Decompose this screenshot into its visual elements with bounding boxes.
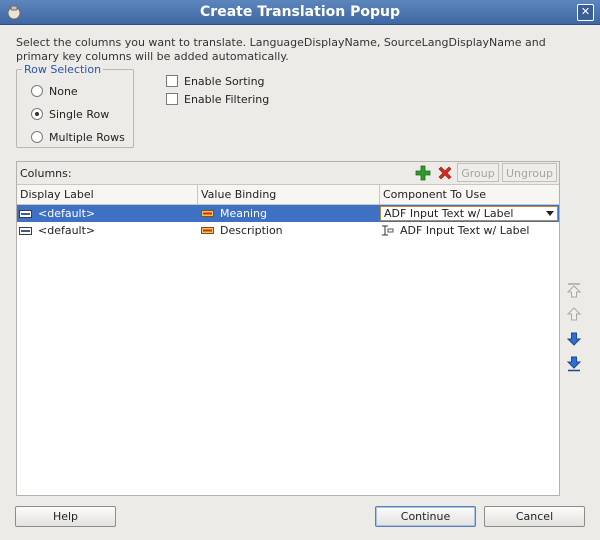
- cancel-button[interactable]: Cancel: [484, 506, 585, 527]
- value-binding-cell: Meaning: [201, 205, 267, 222]
- ungroup-button[interactable]: Ungroup: [502, 163, 557, 182]
- table-row[interactable]: <default> Description ADF Input Text w/ …: [17, 222, 559, 239]
- title-bar: Create Translation Popup ✕: [0, 0, 600, 25]
- row-selection-group: Row Selection None Single Row Multiple R…: [16, 63, 134, 148]
- display-label-text: <default>: [38, 207, 96, 220]
- header-display-label[interactable]: Display Label: [17, 185, 198, 204]
- checkbox[interactable]: [166, 93, 178, 105]
- move-down-icon[interactable]: [566, 331, 582, 347]
- help-button[interactable]: Help: [15, 506, 116, 527]
- header-value-binding[interactable]: Value Binding: [198, 185, 380, 204]
- component-dropdown[interactable]: ADF Input Text w/ Label: [380, 206, 558, 221]
- component-text: ADF Input Text w/ Label: [400, 224, 530, 237]
- move-bottom-icon[interactable]: [566, 356, 582, 372]
- text-field-icon: [19, 209, 32, 218]
- display-label-text: <default>: [38, 224, 96, 237]
- radio-button[interactable]: [31, 85, 43, 97]
- continue-button[interactable]: Continue: [375, 506, 476, 527]
- value-binding-text: Meaning: [220, 207, 267, 220]
- component-cell: ADF Input Text w/ Label: [381, 222, 529, 239]
- radio-button[interactable]: [31, 131, 43, 143]
- value-binding-cell: Description: [201, 222, 283, 239]
- enable-sorting-checkbox[interactable]: Enable Sorting: [166, 74, 265, 88]
- columns-panel: Columns: Group Ungroup Display Label Val…: [16, 161, 560, 496]
- enable-filtering-checkbox[interactable]: Enable Filtering: [166, 92, 269, 106]
- remove-icon[interactable]: [436, 164, 454, 182]
- checkbox[interactable]: [166, 75, 178, 87]
- move-up-icon[interactable]: [566, 306, 582, 322]
- value-binding-text: Description: [220, 224, 283, 237]
- text-field-icon: [19, 226, 32, 235]
- row-selection-legend: Row Selection: [22, 63, 104, 76]
- input-text-icon: [382, 225, 394, 236]
- radio-multiple-rows-label: Multiple Rows: [49, 130, 125, 144]
- add-icon[interactable]: [414, 164, 432, 182]
- enable-sorting-label: Enable Sorting: [184, 74, 265, 88]
- radio-none[interactable]: None: [31, 84, 78, 98]
- columns-toolbar: Columns: Group Ungroup: [17, 162, 559, 185]
- move-top-icon[interactable]: [566, 282, 582, 298]
- display-label-cell: <default>: [19, 205, 95, 222]
- radio-single-row[interactable]: Single Row: [31, 107, 109, 121]
- close-icon[interactable]: ✕: [577, 4, 594, 21]
- group-button[interactable]: Group: [457, 163, 499, 182]
- attribute-icon: [201, 227, 214, 234]
- display-label-cell: <default>: [19, 222, 95, 239]
- enable-filtering-label: Enable Filtering: [184, 92, 270, 106]
- radio-multiple-rows[interactable]: Multiple Rows: [31, 130, 125, 144]
- window-title: Create Translation Popup: [200, 4, 400, 20]
- table-row[interactable]: <default> Meaning ADF Input Text w/ Labe…: [17, 205, 559, 222]
- attribute-icon: [201, 210, 214, 217]
- radio-button[interactable]: [31, 108, 43, 120]
- radio-single-row-label: Single Row: [49, 107, 110, 121]
- table-header: Display Label Value Binding Component To…: [17, 185, 559, 205]
- radio-none-label: None: [49, 84, 78, 98]
- columns-label: Columns:: [20, 167, 72, 180]
- component-dropdown-value: ADF Input Text w/ Label: [384, 207, 514, 220]
- description-text: Select the columns you want to translate…: [16, 36, 546, 63]
- header-component-to-use[interactable]: Component To Use: [380, 185, 559, 204]
- chevron-down-icon[interactable]: [546, 211, 554, 216]
